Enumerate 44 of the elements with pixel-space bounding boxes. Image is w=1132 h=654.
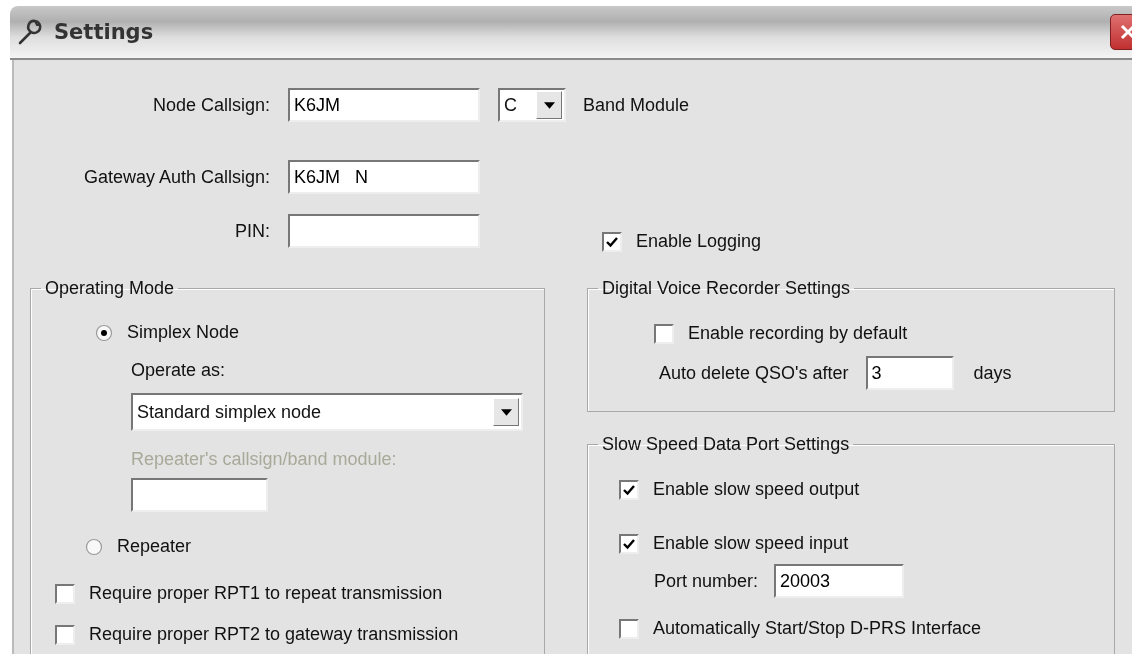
checkbox[interactable] bbox=[654, 323, 674, 344]
field-label: Gateway Auth Callsign: bbox=[82, 166, 270, 188]
field-label: Node Callsign: bbox=[151, 94, 270, 116]
field-label: Repeater's callsign/band module: bbox=[131, 449, 397, 470]
radio-button[interactable] bbox=[85, 537, 103, 556]
repeater-field[interactable] bbox=[131, 478, 268, 512]
callsign-field[interactable]: K6JM N bbox=[288, 160, 480, 194]
checkbox[interactable] bbox=[619, 618, 639, 639]
field-label: PIN: bbox=[234, 220, 270, 242]
checkbox-label[interactable]: Automatically Start/Stop D-PRS Interface bbox=[653, 618, 982, 639]
field-label: Port number: bbox=[654, 570, 759, 592]
field-label: Band Module bbox=[583, 94, 690, 116]
checkbox-label[interactable]: Enable Logging bbox=[636, 231, 762, 252]
caret-icon bbox=[500, 408, 512, 416]
window-title: Settings bbox=[54, 20, 154, 44]
group-title: Slow Speed Data Port Settings bbox=[601, 434, 851, 455]
checkbox[interactable] bbox=[619, 479, 639, 500]
dropdown-button[interactable] bbox=[536, 91, 562, 119]
days-field[interactable]: 3 bbox=[865, 356, 954, 390]
checkbox[interactable] bbox=[602, 231, 622, 252]
operate-as-dropdown[interactable]: Standard simplex node bbox=[131, 393, 523, 431]
checkbox-label[interactable]: Require proper RPT1 to repeat transmission bbox=[89, 583, 443, 604]
field-label: Auto delete QSO's after bbox=[659, 362, 849, 384]
radio-label[interactable]: Simplex Node bbox=[127, 322, 240, 343]
checkbox-label[interactable]: Enable recording by default bbox=[688, 323, 908, 344]
pin-field[interactable] bbox=[288, 214, 480, 248]
unit-label: days bbox=[973, 362, 1012, 384]
group-title: Digital Voice Recorder Settings bbox=[601, 278, 852, 299]
checkbox[interactable] bbox=[619, 533, 639, 554]
checkbox-label[interactable]: Enable slow speed output bbox=[653, 479, 860, 500]
caret-icon bbox=[543, 101, 555, 109]
checkbox[interactable] bbox=[55, 583, 75, 604]
band-module-dropdown[interactable]: C bbox=[498, 88, 566, 122]
checkbox-label[interactable]: Require proper RPT2 to gateway transmission bbox=[89, 624, 459, 645]
close-icon bbox=[1118, 22, 1132, 42]
port-field[interactable]: 20003 bbox=[774, 564, 905, 598]
group-title: Operating Mode bbox=[44, 278, 176, 299]
callsign-field[interactable]: K6JM bbox=[288, 88, 480, 122]
field-label: Operate as: bbox=[131, 360, 226, 381]
checkbox-label[interactable]: Enable slow speed input bbox=[653, 533, 849, 554]
checkbox[interactable] bbox=[55, 624, 75, 645]
radio-button[interactable] bbox=[95, 323, 113, 342]
radio-label[interactable]: Repeater bbox=[117, 536, 192, 557]
dropdown-button[interactable] bbox=[493, 398, 519, 426]
